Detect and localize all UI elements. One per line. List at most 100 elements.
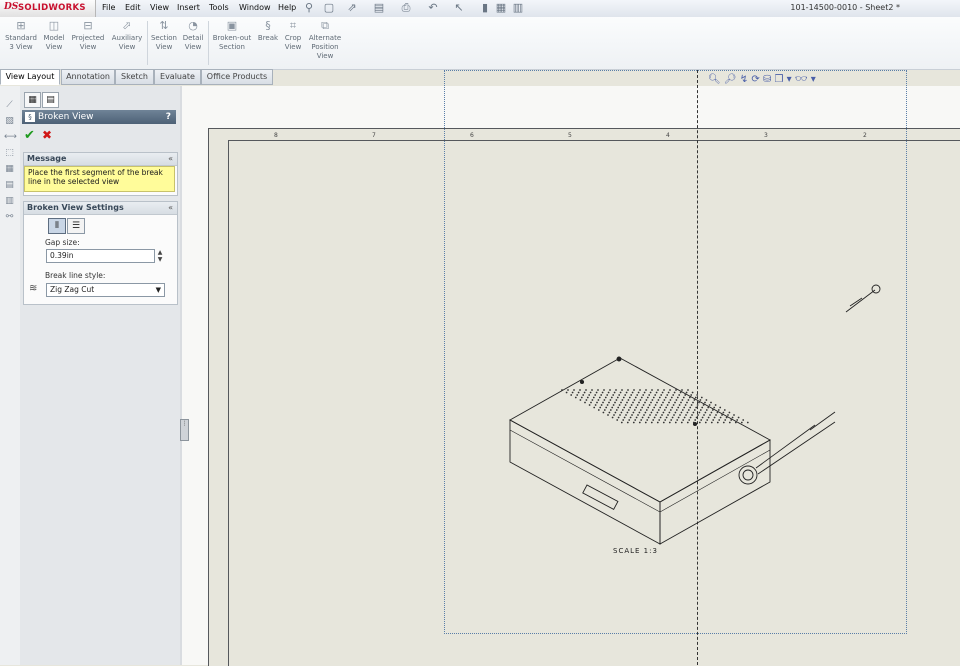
broken-out-section-icon: ▣ <box>226 19 238 32</box>
print-icon[interactable]: ⎙ <box>399 1 413 15</box>
panel-splitter[interactable] <box>180 86 182 665</box>
view-orientation-icon[interactable]: ❒ <box>775 74 784 85</box>
vertical-break-icon[interactable]: ⦀ <box>48 218 66 234</box>
options-icon[interactable]: ▥ <box>511 1 525 15</box>
command-manager-tabs: View Layout Annotation Sketch Evaluate O… <box>0 69 273 85</box>
chevron-down-icon[interactable]: ▾ <box>787 74 792 85</box>
chevron-down-icon[interactable]: ▾ <box>811 74 816 85</box>
table-tool-icon[interactable]: ▦ <box>4 164 15 175</box>
alternate-position-view-button[interactable]: ⧉ Alternate Position View <box>305 19 345 61</box>
solidworks-wordmark: SOLIDWORKS <box>18 3 86 13</box>
rotate-icon[interactable]: ⟳ <box>751 74 759 85</box>
tab-annotation[interactable]: Annotation <box>61 69 115 85</box>
undo-icon[interactable]: ↶ <box>426 1 440 15</box>
projected-view-button[interactable]: ⊟ Projected View <box>70 19 106 52</box>
auxiliary-view-button[interactable]: ⬀ Auxiliary View <box>109 19 145 52</box>
ok-checkmark-icon[interactable]: ✔ <box>24 128 35 143</box>
view-tool-icon[interactable]: ⬚ <box>4 148 15 159</box>
detail-view-icon: ◔ <box>188 19 198 32</box>
dimension-tool-icon[interactable]: ⟷ <box>4 132 17 143</box>
layer-tool-icon[interactable]: ▥ <box>4 196 15 207</box>
property-manager-tab-icon[interactable]: ▤ <box>42 92 59 108</box>
button-label: Standard <box>5 34 37 42</box>
message-group-header[interactable]: Message « <box>24 153 177 166</box>
menu-edit[interactable]: Edit <box>125 3 141 12</box>
open-document-icon[interactable]: ⇗ <box>345 1 359 15</box>
file-properties-icon[interactable]: ▦ <box>494 1 508 15</box>
message-group: Message « Place the first segment of the… <box>23 152 178 196</box>
feature-tree-tab-icon[interactable]: ▦ <box>24 92 41 108</box>
button-label: Break <box>257 34 279 42</box>
broken-view-icon: § <box>25 112 35 122</box>
model-view-icon: ◫ <box>48 19 60 32</box>
heads-up-view-toolbar: 🔍︎ 🔎︎ ↯ ⟳ ⛁ ❒ ▾ 👓︎ ▾ <box>708 74 816 88</box>
solidworks-logo[interactable]: DS SOLIDWORKS <box>0 0 96 17</box>
select-icon[interactable]: ↖ <box>452 1 466 15</box>
break-button[interactable]: § Break <box>256 19 280 43</box>
section-view-button[interactable]: ⇅ Section View <box>149 19 179 52</box>
ds-logo-mark: DS <box>4 2 19 12</box>
crop-view-icon: ⌗ <box>289 19 297 32</box>
display-style-icon[interactable]: ⛁ <box>763 74 771 85</box>
line-tool-icon[interactable]: ⟋ <box>4 100 15 111</box>
model-view-button[interactable]: ◫ Model View <box>41 19 67 52</box>
button-label: Model <box>43 34 65 42</box>
broken-out-section-button[interactable]: ▣ Broken-out Section <box>210 19 254 52</box>
alternate-position-view-icon: ⧉ <box>321 19 329 32</box>
hide-show-items-icon[interactable]: 👓︎ <box>795 74 808 85</box>
button-label: Detail <box>182 34 204 42</box>
zoom-to-area-icon[interactable]: 🔎︎ <box>724 74 737 85</box>
horizontal-break-icon[interactable]: ☰ <box>67 218 85 234</box>
document-title: 101-14500-0010 - Sheet2 * <box>790 3 900 12</box>
detail-view-button[interactable]: ◔ Detail View <box>181 19 205 52</box>
property-manager-panel: ▦ ▤ § Broken View ? ✔ ✖ Message « Place … <box>20 86 180 665</box>
tab-view-layout[interactable]: View Layout <box>0 69 60 85</box>
button-label: Broken-out <box>212 34 252 42</box>
pin-icon[interactable]: ⚲ <box>302 1 316 15</box>
menu-insert[interactable]: Insert <box>177 3 200 12</box>
tab-sketch[interactable]: Sketch <box>115 69 154 85</box>
zoom-to-fit-icon[interactable]: 🔍︎ <box>708 74 721 85</box>
new-document-icon[interactable]: ▢ <box>322 1 336 15</box>
crop-view-button[interactable]: ⌗ Crop View <box>282 19 304 52</box>
settings-group-header[interactable]: Broken View Settings « <box>24 202 177 215</box>
menu-help[interactable]: Help <box>278 3 296 12</box>
collapse-icon[interactable]: « <box>168 202 173 214</box>
button-label: Section <box>218 43 245 51</box>
command-manager-ribbon: ⊞ Standard 3 View ◫ Model View ⊟ Project… <box>0 17 960 70</box>
standard-3-view-button[interactable]: ⊞ Standard 3 View <box>3 19 39 52</box>
collapse-icon[interactable]: « <box>168 153 173 165</box>
block-tool-icon[interactable]: ▤ <box>4 180 15 191</box>
link-tool-icon[interactable]: ⚯ <box>4 212 15 223</box>
projected-view-icon: ⊟ <box>83 19 93 32</box>
property-manager-header: § Broken View ? <box>22 110 176 124</box>
button-label: Position <box>311 43 339 51</box>
menu-window[interactable]: Window <box>239 3 271 12</box>
tab-office-products[interactable]: Office Products <box>201 69 273 85</box>
menu-view[interactable]: View <box>150 3 169 12</box>
break-line-style-select[interactable]: Zig Zag Cut ▼ <box>46 283 165 297</box>
splitter-grip-icon[interactable]: ⋮ <box>180 419 189 441</box>
ribbon-separator <box>208 21 209 65</box>
button-label: View <box>45 43 63 51</box>
zone-number-top: 8 <box>274 132 278 139</box>
button-label: Section <box>150 34 177 42</box>
save-icon[interactable]: ▤ <box>372 1 386 15</box>
scale-label: SCALE 1:3 <box>613 547 658 555</box>
menu-tools[interactable]: Tools <box>209 3 229 12</box>
rebuild-icon[interactable]: ▮ <box>478 1 492 15</box>
gap-size-field[interactable]: 0.39in <box>46 249 155 263</box>
help-icon[interactable]: ? <box>166 110 171 124</box>
cancel-x-icon[interactable]: ✖ <box>42 128 52 142</box>
tab-evaluate[interactable]: Evaluate <box>154 69 201 85</box>
menu-file[interactable]: File <box>102 3 115 12</box>
message-text: Place the first segment of the break lin… <box>24 166 175 192</box>
previous-view-icon[interactable]: ↯ <box>740 74 748 85</box>
isometric-model-view[interactable] <box>490 270 910 550</box>
button-label: View <box>184 43 202 51</box>
gap-size-spinner[interactable]: ▲ ▼ <box>155 249 165 263</box>
group-title: Broken View Settings <box>27 203 124 212</box>
button-label: Alternate <box>308 34 342 42</box>
note-tool-icon[interactable]: ▧ <box>4 116 15 127</box>
button-label: Auxiliary <box>111 34 143 42</box>
